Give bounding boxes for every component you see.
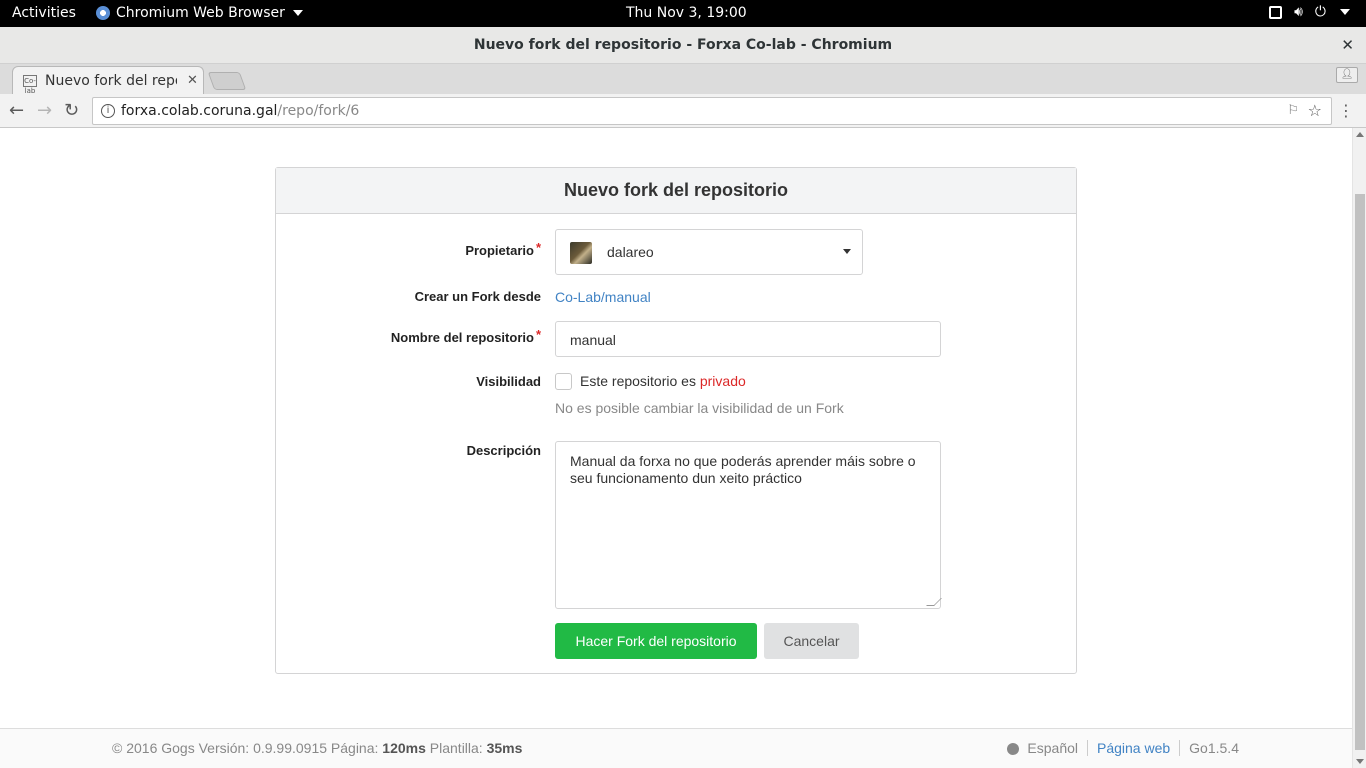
new-tab-button[interactable] [207,72,247,90]
description-textarea[interactable]: Manual da forxa no que poderás aprender … [555,441,942,609]
translate-icon[interactable]: ⚐ [1287,103,1299,118]
url-host: forxa.colab.coruna.gal [121,103,278,119]
window-icon [1269,5,1283,19]
scroll-up-icon[interactable] [1356,132,1364,137]
visibility-help-text: No es posible cambiar la visibilidad de … [555,400,844,416]
required-mark: * [535,240,541,255]
form-header: Nuevo fork del repositorio [276,168,1076,214]
repo-name-input[interactable]: manual [555,321,941,357]
browser-toolbar: ← → ↻ i forxa.colab.coruna.gal/repo/fork… [0,94,1366,128]
footer-template-time: 35ms [486,740,523,756]
browser-menu-button[interactable]: ⋮ [1338,101,1354,120]
info-icon[interactable]: i [101,104,115,118]
address-bar[interactable]: i forxa.colab.coruna.gal/repo/fork/6 ⚐ ☆ [92,97,1332,125]
system-tray[interactable]: 🔊︎ ⏻ [1269,4,1350,20]
website-link[interactable]: Página web [1097,740,1170,756]
power-icon: ⏻ [1314,4,1326,20]
chromium-icon [96,6,110,20]
footer-template-label: Plantilla: [425,740,487,756]
back-button[interactable]: ← [9,100,24,121]
chevron-down-icon [292,10,303,16]
app-menu-label: Chromium Web Browser [116,5,285,21]
tab-current[interactable]: Co-lab Nuevo fork del repositorio - Forx… [12,66,204,95]
private-word: privado [699,373,746,389]
private-text: Este repositorio es [580,373,700,389]
volume-icon: 🔊︎ [1294,4,1303,20]
divider [1179,740,1181,756]
chevron-down-icon [1340,9,1350,15]
page-viewport: Nuevo fork del repositorio Propietario * … [0,128,1352,768]
owner-label: Propietario * [276,240,541,258]
footer-links: Español Página web Go1.5.4 [1007,740,1239,756]
page-scrollbar[interactable] [1352,128,1366,768]
fork-submit-button[interactable]: Hacer Fork del repositorio [555,623,757,659]
fork-form-card: Nuevo fork del repositorio Propietario * … [275,167,1077,674]
owner-dropdown[interactable]: dalareo [555,229,863,275]
footer-copyright: © 2016 Gogs Versión: 0.9.99.0915 Página: [112,740,383,756]
clock[interactable]: Thu Nov 3, 19:00 [626,5,747,21]
footer-version-info: © 2016 Gogs Versión: 0.9.99.0915 Página:… [112,740,522,756]
app-menu[interactable]: Chromium Web Browser [96,5,303,21]
tab-title: Nuevo fork del repositorio - Forxa Co-la… [45,72,177,89]
owner-value: dalareo [607,244,654,260]
window-title: Nuevo fork del repositorio - Forxa Co-la… [473,37,893,53]
required-mark: * [535,327,541,342]
forward-button[interactable]: → [37,100,52,121]
resize-handle-icon[interactable] [926,598,942,606]
page-footer: © 2016 Gogs Versión: 0.9.99.0915 Página:… [0,728,1352,768]
description-label: Descripción [466,443,541,458]
visibility-label: Visibilidad [476,374,541,389]
profile-icon[interactable]: 👤︎ [1336,67,1358,83]
cancel-button[interactable]: Cancelar [764,623,859,659]
description-text: Manual da forxa no que poderás aprender … [570,453,916,486]
globe-icon [1007,743,1020,755]
reload-button[interactable]: ↻ [64,100,79,121]
footer-page-time: 120ms [382,740,426,756]
url-path: /repo/fork/6 [277,103,360,119]
private-checkbox-label[interactable]: Este repositorio es privado [580,373,746,389]
private-checkbox[interactable] [555,373,572,390]
system-top-bar: Activities Chromium Web Browser Thu Nov … [0,0,1366,27]
url-text[interactable]: forxa.colab.coruna.gal/repo/fork/6 [121,103,359,119]
activities-button[interactable]: Activities [12,5,76,21]
fork-from-label: Crear un Fork desde [414,289,541,304]
bookmark-star-icon[interactable]: ☆ [1308,101,1322,120]
scrollbar-thumb[interactable] [1355,194,1365,750]
fork-source-link[interactable]: Co-Lab/manual [555,289,651,305]
tab-close-icon[interactable]: ✕ [187,73,198,88]
window-title-bar: Nuevo fork del repositorio - Forxa Co-la… [0,27,1366,64]
scroll-down-icon[interactable] [1356,759,1364,764]
repo-name-label: Nombre del repositorio * [276,327,541,345]
tab-strip: Co-lab Nuevo fork del repositorio - Forx… [0,64,1366,95]
window-close-button[interactable]: ✕ [1341,36,1354,54]
language-selector[interactable]: Español [1027,740,1078,756]
divider [1087,740,1088,756]
chevron-down-icon [843,249,851,254]
go-version: Go1.5.4 [1189,740,1239,756]
repo-name-label-text: Nombre del repositorio [390,330,534,345]
avatar [570,242,592,264]
favicon-icon: Co-lab [23,74,37,95]
owner-label-text: Propietario [465,243,534,258]
